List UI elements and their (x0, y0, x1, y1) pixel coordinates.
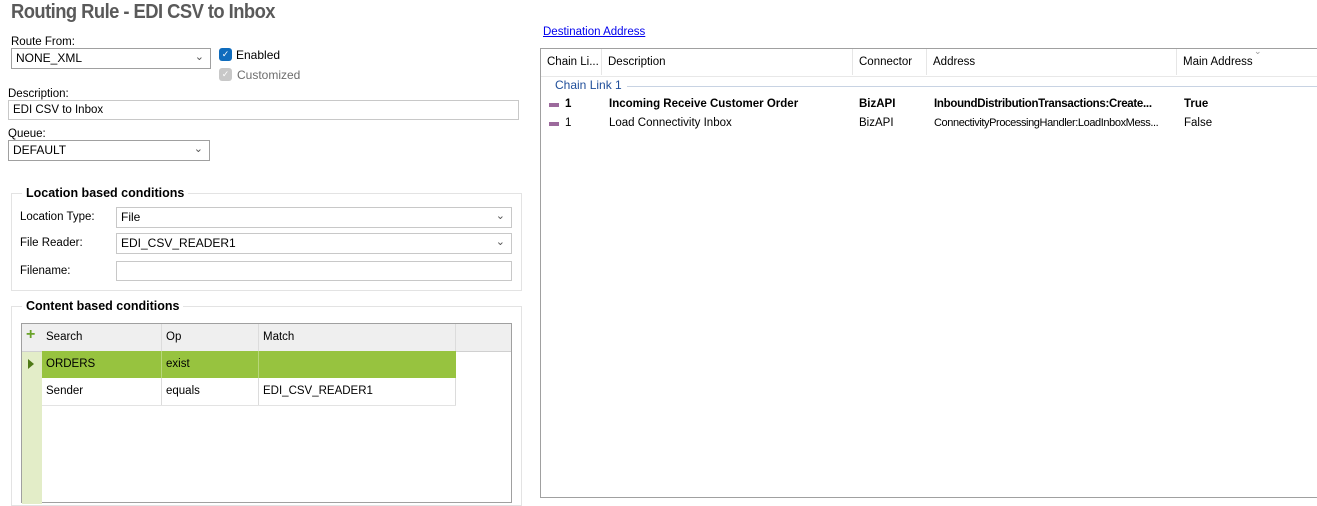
list-item[interactable]: 1 Load Connectivity Inbox BizAPI Connect… (541, 116, 1317, 135)
filename-input[interactable] (116, 261, 512, 281)
group-chain-link-1[interactable]: Chain Link 1 (555, 78, 622, 92)
chevron-down-icon: ⌄ (193, 143, 203, 155)
location-type-select[interactable]: File ⌄ (116, 207, 512, 228)
column-address[interactable]: Address (927, 49, 1177, 75)
destination-list: Chain Li... Description Connector Addres… (540, 46, 1317, 498)
cell-search: ORDERS (42, 351, 162, 378)
queue-value: DEFAULT (13, 143, 67, 157)
filename-label: Filename: (20, 265, 71, 277)
cell-address: InboundDistributionTransactions:Create..… (934, 98, 1152, 110)
current-row-arrow-icon (28, 359, 34, 369)
file-reader-select[interactable]: EDI_CSV_READER1 ⌄ (116, 233, 512, 254)
list-header: Chain Li... Description Connector Addres… (541, 46, 1317, 77)
file-reader-value: EDI_CSV_READER1 (121, 236, 236, 250)
chain-marker-icon (549, 122, 559, 126)
queue-select[interactable]: DEFAULT ⌄ (8, 140, 210, 161)
column-op[interactable]: Op (162, 324, 259, 351)
enabled-label: Enabled (236, 48, 281, 62)
chevron-down-icon: ⌄ (495, 236, 505, 248)
column-search[interactable]: Search (42, 324, 162, 351)
location-type-value: File (121, 210, 141, 224)
cell-op: equals (162, 378, 259, 405)
cell-chain-link: 1 (565, 98, 572, 110)
location-type-label: Location Type: (20, 211, 95, 223)
group-divider (627, 86, 1317, 87)
location-group-title: Location based conditions (22, 186, 189, 200)
customized-checkbox: ✓ (219, 68, 232, 81)
file-reader-label: File Reader: (20, 237, 83, 249)
table-row[interactable]: ORDERS exist (42, 351, 456, 378)
cell-main-address: False (1184, 117, 1213, 129)
route-from-select[interactable]: NONE_XML ⌄ (11, 48, 211, 69)
cell-op: exist (162, 351, 259, 378)
list-item[interactable]: 1 Incoming Receive Customer Order BizAPI… (541, 97, 1317, 116)
column-description[interactable]: Description (602, 49, 853, 75)
sort-chevron-icon: ⌄ (1254, 46, 1262, 56)
column-chain-link[interactable]: Chain Li... (541, 49, 602, 75)
column-match[interactable]: Match (259, 324, 456, 351)
destination-address-link[interactable]: Destination Address (543, 26, 645, 38)
cell-match: EDI_CSV_READER1 (259, 378, 456, 405)
customized-label: Customized (237, 68, 301, 82)
cell-connector: BizAPI (859, 117, 894, 129)
chevron-down-icon: ⌄ (495, 210, 505, 222)
queue-label: Queue: (8, 128, 46, 140)
description-label: Description: (8, 88, 69, 100)
content-group-title: Content based conditions (22, 299, 184, 313)
cell-description: Load Connectivity Inbox (609, 117, 732, 129)
chevron-down-icon: ⌄ (194, 51, 204, 63)
conditions-grid: + Search Op Match ORDERS exist Sender eq… (21, 323, 512, 504)
column-main-address[interactable]: Main Address (1177, 49, 1317, 75)
column-connector[interactable]: Connector (853, 49, 927, 75)
page-title: Routing Rule - EDI CSV to Inbox (11, 1, 276, 23)
cell-connector: BizAPI (859, 98, 896, 110)
route-from-value: NONE_XML (16, 51, 83, 65)
cell-main-address: True (1184, 98, 1209, 110)
grid-header: + Search Op Match (22, 324, 511, 352)
enabled-checkbox[interactable]: ✓ (219, 48, 232, 61)
chain-marker-icon (549, 103, 559, 107)
description-input[interactable]: EDI CSV to Inbox (8, 100, 519, 120)
cell-address: ConnectivityProcessingHandler:LoadInboxM… (934, 117, 1159, 129)
route-from-label: Route From: (11, 36, 75, 48)
cell-search: Sender (42, 378, 162, 405)
add-icon[interactable]: + (26, 326, 35, 344)
table-row[interactable]: Sender equals EDI_CSV_READER1 (42, 378, 456, 406)
cell-description: Incoming Receive Customer Order (609, 98, 799, 110)
cell-chain-link: 1 (565, 117, 572, 129)
